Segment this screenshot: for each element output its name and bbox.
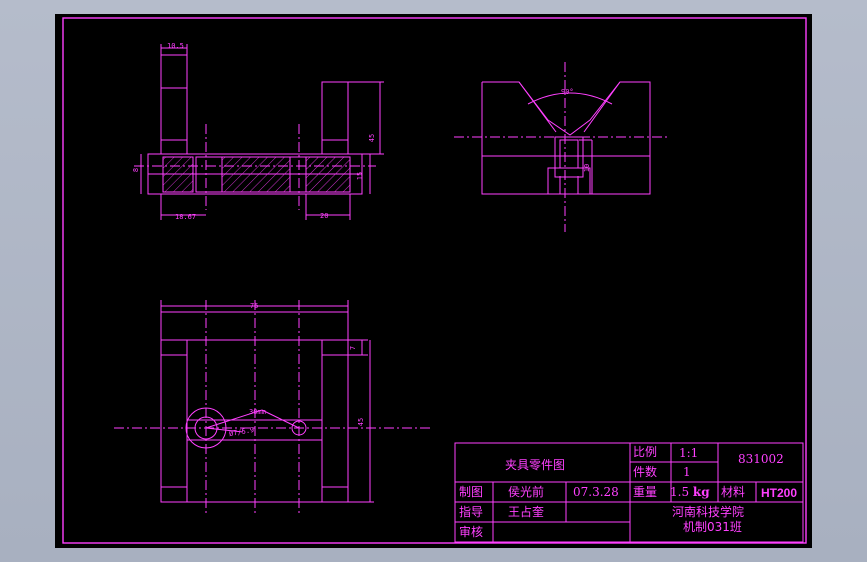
drawing-sheet (55, 14, 812, 548)
review-label: 审核 (459, 525, 484, 539)
drafted-label: 制图 (459, 485, 484, 499)
scale-value: 1:1 (679, 446, 699, 460)
weight-unit: kg (692, 485, 710, 499)
count-value: 1 (683, 465, 691, 479)
class-name: 机制031班 (683, 520, 742, 534)
dim-plan-height: 45 (357, 417, 366, 427)
scale-label: 比例 (633, 445, 658, 459)
dim-vee-angle: 90° (561, 88, 574, 96)
count-label: 件数 (633, 465, 658, 479)
weight-value: 1.5 kg (670, 485, 710, 499)
dim-right-small: 15 (356, 171, 365, 181)
school-name: 河南科技学院 (672, 505, 745, 519)
drafted-by: 侯光前 (508, 485, 545, 499)
dim-top-width: 10.5 (167, 42, 184, 50)
dim-plan-small: 7 (349, 345, 358, 351)
drawing-background (55, 14, 812, 548)
guide-name: 王占奎 (508, 505, 545, 519)
dim-center-dist: 30mm (249, 408, 266, 416)
guide-label: 指导 (459, 505, 484, 519)
dim-bottom-left: 18.67 (175, 213, 197, 221)
dim-vee-right: 10 (583, 163, 592, 173)
drawing-number: 831002 (738, 452, 784, 466)
part-name: 夹具零件图 (505, 458, 566, 472)
material-label: 材料 (721, 485, 746, 499)
weight-label: 重量 (633, 485, 658, 499)
weight-number: 1.5 (670, 485, 690, 499)
dim-right-height: 45 (368, 133, 377, 143)
dim-bottom-right: 20 (320, 212, 329, 220)
dim-left-small: 8 (132, 167, 141, 173)
material-value: HT200 (761, 486, 798, 500)
drafted-date: 07.3.28 (573, 485, 619, 499)
dim-plan-width: 75 (250, 302, 259, 310)
